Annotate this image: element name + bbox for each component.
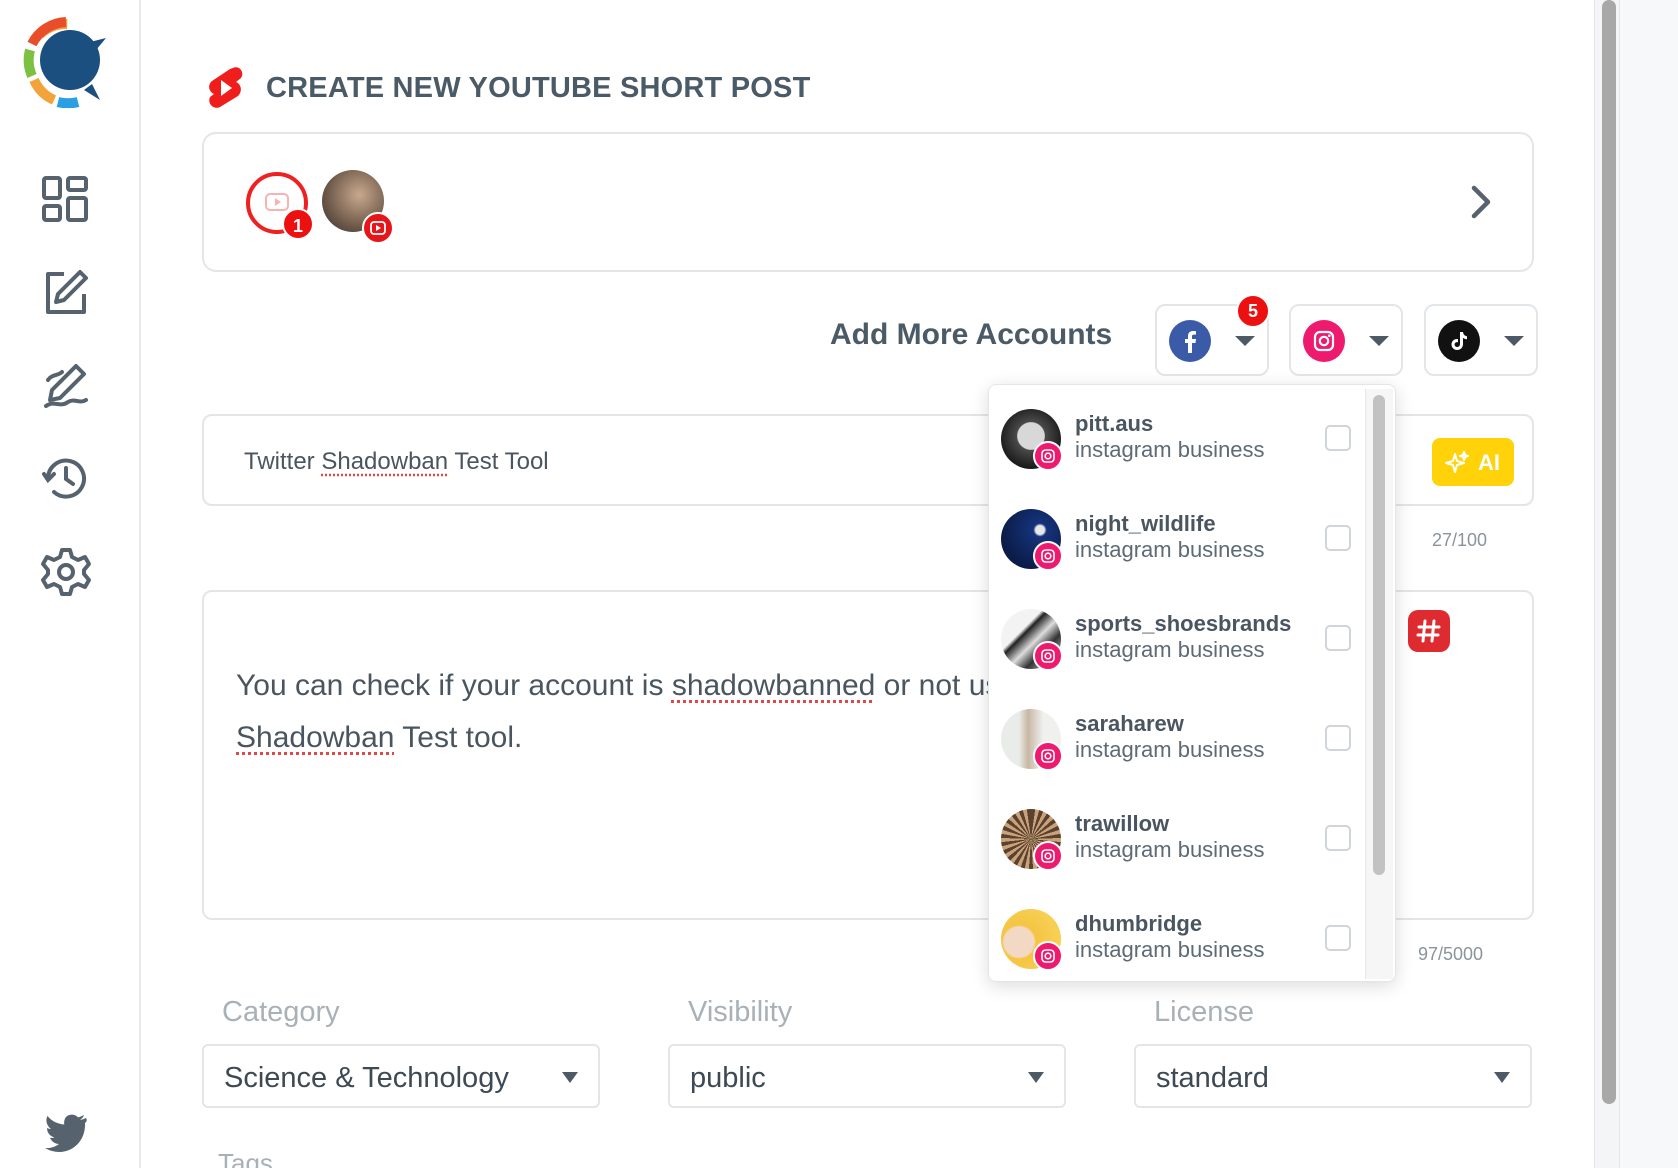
title-text-part: Twitter [244, 448, 322, 475]
description-value[interactable]: You can check if your account is shadowb… [236, 660, 996, 764]
add-more-accounts-label: Add More Accounts [830, 318, 1113, 351]
title-char-count: 27/100 [1432, 530, 1488, 550]
description-text-part: Test tool. [394, 721, 523, 754]
misspelled-word: shadowbanned [671, 669, 876, 702]
account-checkbox[interactable] [1325, 425, 1351, 451]
instagram-icon [1303, 320, 1345, 362]
drafts-icon[interactable] [40, 360, 92, 412]
dashboard-icon[interactable] [40, 174, 92, 226]
settings-icon[interactable] [40, 546, 92, 598]
chevron-down-icon [1494, 1072, 1510, 1083]
account-checkbox[interactable] [1325, 525, 1351, 551]
facebook-count-badge: 5 [1236, 294, 1270, 328]
category-value: Science & Technology [224, 1062, 509, 1094]
hashtag-icon [1416, 619, 1441, 643]
hashtag-button[interactable] [1408, 610, 1450, 652]
facebook-icon [1169, 320, 1211, 362]
history-icon[interactable] [40, 452, 92, 504]
instagram-icon [1033, 741, 1063, 771]
tags-label: Tags [218, 1148, 273, 1168]
license-select[interactable]: standard [1134, 1044, 1532, 1108]
dropdown-account-item[interactable]: sports_shoesbrands instagram business [989, 589, 1365, 689]
chevron-down-icon [1504, 336, 1524, 346]
instagram-icon [1033, 641, 1063, 671]
category-select[interactable]: Science & Technology [202, 1044, 600, 1108]
description-text-part: or not using Twitter [883, 669, 996, 702]
account-name: trawillow [1075, 811, 1170, 836]
selected-accounts-panel[interactable]: 1 [202, 132, 1534, 272]
account-name: pitt.aus [1075, 411, 1154, 436]
account-checkbox[interactable] [1325, 725, 1351, 751]
dropdown-account-item[interactable]: saraharew instagram business [989, 689, 1365, 789]
chevron-down-icon [562, 1072, 578, 1083]
account-type: instagram business [1075, 737, 1265, 762]
dropdown-account-item[interactable]: pitt.aus instagram business [989, 389, 1365, 489]
category-label: Category [222, 996, 340, 1028]
sidebar [0, 0, 141, 1168]
chevron-down-icon [1028, 1072, 1044, 1083]
account-type: instagram business [1075, 537, 1265, 562]
visibility-select[interactable]: public [668, 1044, 1066, 1108]
visibility-value: public [690, 1062, 766, 1094]
chevron-down-icon [1235, 336, 1255, 346]
account-checkbox[interactable] [1325, 825, 1351, 851]
compose-icon[interactable] [40, 266, 92, 318]
account-type: instagram business [1075, 437, 1265, 462]
chevron-right-icon[interactable] [1466, 182, 1494, 222]
account-checkbox[interactable] [1325, 625, 1351, 651]
sparkle-icon [1445, 451, 1469, 473]
visibility-label: Visibility [688, 996, 793, 1028]
account-checkbox[interactable] [1325, 925, 1351, 951]
account-name: sports_shoesbrands [1075, 611, 1292, 636]
dropdown-scroll-thumb[interactable] [1373, 395, 1385, 875]
tiktok-icon [1438, 320, 1480, 362]
twitter-icon[interactable] [40, 1104, 92, 1156]
app-logo[interactable] [20, 16, 112, 109]
license-label: License [1154, 996, 1254, 1028]
page-scrollbar-thumb[interactable] [1602, 0, 1616, 1104]
dropdown-account-item[interactable]: night_wildlife instagram business [989, 489, 1365, 589]
right-pane [1620, 0, 1678, 1168]
instagram-icon [1033, 441, 1063, 471]
description-text-part: You can check if your account is [236, 669, 672, 702]
title-text-part: Test Tool [448, 448, 549, 475]
misspelled-word: Shadowban [236, 721, 395, 754]
instagram-accounts-dropdown[interactable]: pitt.aus instagram business night_wildli… [988, 384, 1396, 982]
instagram-icon [1033, 841, 1063, 871]
tiktok-accounts-button[interactable] [1424, 304, 1538, 376]
youtube-count-badge: 1 [282, 208, 314, 240]
page-title: CREATE NEW YOUTUBE SHORT POST [266, 72, 811, 104]
account-type: instagram business [1075, 937, 1265, 962]
youtube-badge-icon [362, 212, 394, 244]
account-type: instagram business [1075, 837, 1265, 862]
dropdown-account-item[interactable]: trawillow instagram business [989, 789, 1365, 889]
instagram-accounts-button[interactable] [1289, 304, 1403, 376]
misspelled-word: Shadowban [321, 448, 449, 475]
account-name: night_wildlife [1075, 511, 1216, 536]
title-value[interactable]: Twitter Shadowban Test Tool [244, 448, 549, 476]
account-name: saraharew [1075, 711, 1184, 736]
chevron-down-icon [1369, 336, 1389, 346]
ai-generate-button[interactable]: AI [1432, 438, 1514, 486]
account-name: dhumbridge [1075, 911, 1203, 936]
ai-label: AI [1478, 450, 1500, 475]
instagram-icon [1033, 941, 1063, 971]
description-char-count: 97/5000 [1418, 944, 1484, 964]
dropdown-account-item[interactable]: dhumbridge instagram business [989, 889, 1365, 981]
license-value: standard [1156, 1062, 1269, 1094]
instagram-icon [1033, 541, 1063, 571]
account-type: instagram business [1075, 637, 1265, 662]
youtube-shorts-icon [206, 66, 244, 110]
